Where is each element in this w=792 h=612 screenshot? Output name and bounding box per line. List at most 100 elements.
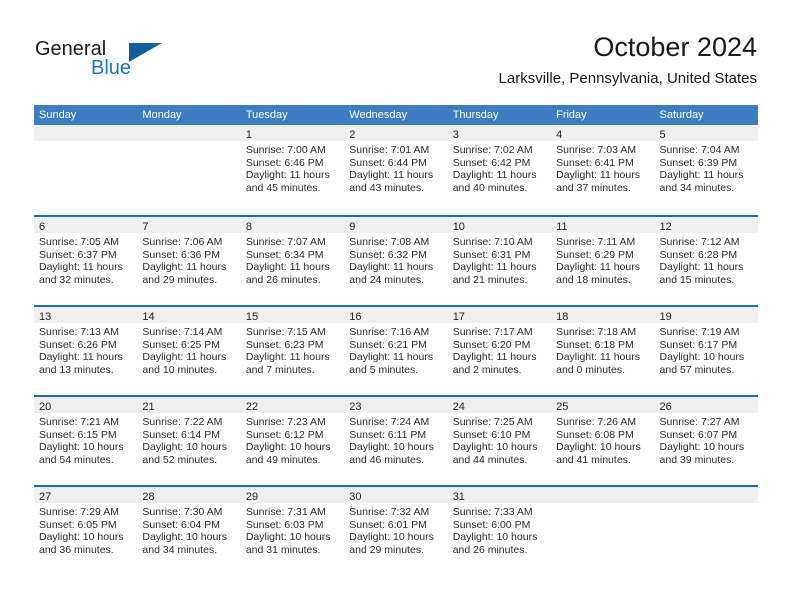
weekday-header-saturday: Saturday <box>659 109 704 121</box>
daylight-text-line2: and 36 minutes. <box>39 543 114 556</box>
day-cell[interactable]: 24 Sunrise: 7:25 AM Sunset: 6:10 PM Dayligh… <box>447 397 552 485</box>
day-number-band: 8 <box>240 217 345 233</box>
sunrise-text: Sunrise: 7:07 AM <box>245 236 326 248</box>
daylight-text-line2: and 13 minutes. <box>39 363 114 376</box>
day-number-band: 19 <box>654 307 758 323</box>
daylight-text-line2: and 26 minutes. <box>245 273 321 286</box>
day-number-band: 11 <box>551 217 655 233</box>
day-number: 19 <box>659 311 672 323</box>
day-number: 15 <box>245 311 259 323</box>
sunset-text: Sunset: 6:37 PM <box>39 248 117 261</box>
weekday-header-sunday: Sunday <box>39 109 77 121</box>
daylight-text-line2: and 5 minutes. <box>349 363 419 376</box>
sunrise-text: Sunrise: 7:10 AM <box>452 236 533 248</box>
day-number: 23 <box>349 401 362 413</box>
day-number: 27 <box>39 491 52 503</box>
sunrise-text: Sunrise: 7:11 AM <box>556 236 636 248</box>
sunset-text: Sunset: 6:39 PM <box>659 156 738 169</box>
logo-triangle-icon <box>129 43 162 62</box>
day-number-band: 5 <box>654 125 758 141</box>
day-cell[interactable]: 16 Sunrise: 7:16 AM Sunset: 6:21 PM Dayligh… <box>344 307 448 395</box>
day-cell[interactable]: 31 Sunrise: 7:33 AM Sunset: 6:00 PM Dayligh… <box>447 487 552 575</box>
day-cell[interactable]: 11 Sunrise: 7:11 AM Sunset: 6:29 PM Dayligh… <box>551 217 655 305</box>
daylight-text-line1: Daylight: 11 hours <box>349 169 434 182</box>
day-cell[interactable]: 27 Sunrise: 7:29 AM Sunset: 6:05 PM Dayligh… <box>34 487 138 575</box>
day-cell[interactable]: 6 Sunrise: 7:05 AM Sunset: 6:37 PM Daylight… <box>34 217 138 305</box>
day-number-band: 31 <box>447 487 552 503</box>
day-cell[interactable]: 28 Sunrise: 7:30 AM Sunset: 6:04 PM Dayligh… <box>137 487 241 575</box>
daylight-text-line1: Daylight: 11 hours <box>556 169 640 182</box>
day-number-band: 24 <box>447 397 552 413</box>
day-number: 13 <box>39 311 52 323</box>
day-number-band: 27 <box>34 487 138 503</box>
day-cell[interactable]: 29 Sunrise: 7:31 AM Sunset: 6:03 PM Dayligh… <box>240 487 345 575</box>
day-cell[interactable]: 4 Sunrise: 7:03 AM Sunset: 6:41 PM Daylight… <box>551 125 655 215</box>
daylight-text-line1: Daylight: 10 hours <box>659 351 745 364</box>
day-cell[interactable]: 25 Sunrise: 7:26 AM Sunset: 6:08 PM Dayligh… <box>551 397 655 485</box>
day-cell[interactable]: 3 Sunrise: 7:02 AM Sunset: 6:42 PM Daylight… <box>447 125 552 215</box>
day-number: 16 <box>349 311 362 323</box>
day-number-band: 4 <box>551 125 655 141</box>
daylight-text-line1: Daylight: 10 hours <box>452 531 538 544</box>
day-cell[interactable]: 30 Sunrise: 7:32 AM Sunset: 6:01 PM Dayligh… <box>344 487 448 575</box>
sunset-text: Sunset: 6:44 PM <box>349 156 427 169</box>
sunset-text: Sunset: 6:14 PM <box>142 428 221 441</box>
daylight-text-line2: and 43 minutes. <box>349 181 424 194</box>
day-number-band: 13 <box>34 307 138 323</box>
day-info: Sunrise: 7:32 AM Sunset: 6:01 PM Daylight:… <box>344 503 447 556</box>
day-cell[interactable]: 18 Sunrise: 7:18 AM Sunset: 6:18 PM Dayligh… <box>551 307 655 395</box>
daylight-text-line2: and 21 minutes. <box>452 273 528 286</box>
day-cell[interactable]: 13 Sunrise: 7:13 AM Sunset: 6:26 PM Dayligh… <box>34 307 138 395</box>
day-cell[interactable]: 14 Sunrise: 7:14 AM Sunset: 6:25 PM Dayligh… <box>137 307 241 395</box>
sunset-text: Sunset: 6:18 PM <box>556 338 634 351</box>
day-cell[interactable]: 2 Sunrise: 7:01 AM Sunset: 6:44 PM Daylight… <box>344 125 448 215</box>
day-cell[interactable]: 7 Sunrise: 7:06 AM Sunset: 6:36 PM Daylight… <box>137 217 241 305</box>
day-cell[interactable]: 1 Sunrise: 7:00 AM Sunset: 6:46 PM Daylight… <box>240 125 345 215</box>
sunrise-text: Sunrise: 7:25 AM <box>452 416 533 428</box>
day-cell[interactable]: 20 Sunrise: 7:21 AM Sunset: 6:15 PM Dayligh… <box>34 397 138 485</box>
sunset-text: Sunset: 6:20 PM <box>452 338 531 351</box>
day-cell[interactable]: 26 Sunrise: 7:27 AM Sunset: 6:07 PM Dayligh… <box>654 397 758 485</box>
generalblue-logo[interactable]: General Blue <box>35 38 215 84</box>
daylight-text-line2: and 26 minutes. <box>452 543 528 556</box>
day-number-band: 29 <box>240 487 345 503</box>
daylight-text-line1: Daylight: 11 hours <box>142 261 227 274</box>
day-cell[interactable]: 23 Sunrise: 7:24 AM Sunset: 6:11 PM Dayligh… <box>344 397 448 485</box>
day-cell[interactable]: 17 Sunrise: 7:17 AM Sunset: 6:20 PM Dayligh… <box>447 307 552 395</box>
calendar-week-row: 27 Sunrise: 7:29 AM Sunset: 6:05 PM Dayligh… <box>34 485 758 575</box>
day-number-band: 28 <box>137 487 241 503</box>
daylight-text-line2: and 18 minutes. <box>556 273 631 286</box>
day-cell[interactable]: 15 Sunrise: 7:15 AM Sunset: 6:23 PM Dayligh… <box>240 307 345 395</box>
sunset-text: Sunset: 6:04 PM <box>142 518 221 531</box>
day-cell[interactable]: 9 Sunrise: 7:08 AM Sunset: 6:32 PM Daylight… <box>344 217 448 305</box>
day-cell[interactable]: 22 Sunrise: 7:23 AM Sunset: 6:12 PM Dayligh… <box>240 397 345 485</box>
day-cell[interactable]: 21 Sunrise: 7:22 AM Sunset: 6:14 PM Dayligh… <box>137 397 241 485</box>
sunrise-text: Sunrise: 7:32 AM <box>349 506 430 518</box>
daylight-text-line1: Daylight: 11 hours <box>245 169 330 182</box>
day-cell[interactable]: 5 Sunrise: 7:04 AM Sunset: 6:39 PM Daylight… <box>654 125 758 215</box>
sunset-text: Sunset: 6:41 PM <box>556 156 634 169</box>
sunset-text: Sunset: 6:10 PM <box>452 428 531 441</box>
daylight-text-line1: Daylight: 10 hours <box>349 441 434 454</box>
day-cell[interactable]: 19 Sunrise: 7:19 AM Sunset: 6:17 PM Dayligh… <box>654 307 758 395</box>
sunset-text: Sunset: 6:07 PM <box>659 428 738 441</box>
daylight-text-line1: Daylight: 10 hours <box>142 441 228 454</box>
sunset-text: Sunset: 6:34 PM <box>245 248 324 261</box>
sunset-text: Sunset: 6:15 PM <box>39 428 117 441</box>
day-info: Sunrise: 7:05 AM Sunset: 6:37 PM Daylight:… <box>34 233 137 286</box>
day-number: 28 <box>142 491 155 503</box>
day-number: 20 <box>39 401 52 413</box>
day-cell[interactable]: 10 Sunrise: 7:10 AM Sunset: 6:31 PM Dayligh… <box>447 217 552 305</box>
daylight-text-line1: Daylight: 10 hours <box>39 441 124 454</box>
logo-text-blue: Blue <box>91 57 132 79</box>
daylight-text-line2: and 34 minutes. <box>142 543 218 556</box>
sunrise-text: Sunrise: 7:00 AM <box>245 144 326 156</box>
sunrise-text: Sunrise: 7:17 AM <box>452 326 533 338</box>
sunset-text: Sunset: 6:23 PM <box>245 338 324 351</box>
daylight-text-line1: Daylight: 10 hours <box>142 531 228 544</box>
day-cell[interactable]: 8 Sunrise: 7:07 AM Sunset: 6:34 PM Daylight… <box>240 217 345 305</box>
day-number: 25 <box>556 401 569 413</box>
daylight-text-line2: and 45 minutes. <box>245 181 321 194</box>
day-cell[interactable]: 12 Sunrise: 7:12 AM Sunset: 6:28 PM Dayligh… <box>654 217 758 305</box>
calendar-week-row: 20 Sunrise: 7:21 AM Sunset: 6:15 PM Dayligh… <box>34 395 758 485</box>
